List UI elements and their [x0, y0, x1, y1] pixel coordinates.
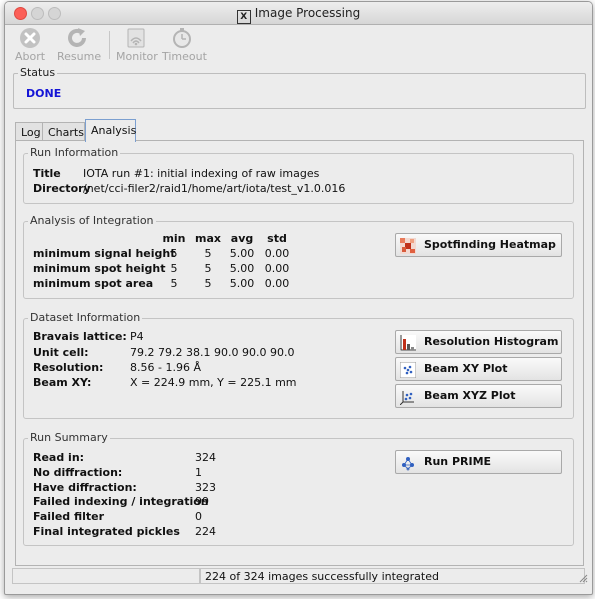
histogram-icon: [400, 335, 416, 351]
resume-label: Resume: [57, 50, 102, 63]
no-diffraction-value: 1: [195, 466, 202, 479]
table-cell: 0.00: [264, 262, 290, 275]
prime-icon: [402, 457, 414, 471]
resolution-histogram-button[interactable]: Resolution Histogram: [395, 330, 562, 354]
status-value: DONE: [26, 87, 62, 100]
abort-button[interactable]: Abort: [15, 27, 45, 63]
run-summary-group: Run Summary Read in: 324 No diffraction:…: [23, 431, 574, 546]
status-bar: 224 of 324 images successfully integrate…: [5, 568, 592, 585]
monitor-label: Monitor: [116, 50, 158, 63]
beam-xy-value: X = 224.9 mm, Y = 225.1 mm: [130, 376, 297, 389]
title-bar: X Image Processing: [5, 2, 592, 25]
no-diffraction-label: No diffraction:: [33, 466, 123, 479]
status-bar-text: 224 of 324 images successfully integrate…: [205, 570, 439, 583]
monitor-button[interactable]: Monitor: [116, 27, 158, 63]
bravais-lattice-value: P4: [130, 330, 144, 343]
failed-indexing-value: 99: [195, 495, 209, 508]
run-information-legend: Run Information: [28, 146, 121, 159]
scatter-plot-icon: [400, 362, 416, 378]
resize-grip-icon[interactable]: [578, 573, 588, 583]
resolution-label: Resolution:: [33, 361, 104, 374]
stopwatch-icon: [173, 28, 191, 48]
status-bar-cell: [12, 568, 200, 584]
unit-cell-label: Unit cell:: [33, 346, 89, 359]
resolution-value: 8.56 - 1.96 Å: [130, 361, 201, 374]
table-cell: 5: [204, 247, 212, 260]
toolbar: Abort Resume Monitor Timeout: [5, 25, 592, 65]
table-cell: 0.00: [264, 277, 290, 290]
title-value: IOTA run #1: initial indexing of raw ima…: [83, 167, 320, 180]
table-cell: 5.00: [229, 277, 255, 290]
table-cell: 5: [170, 247, 178, 260]
timeout-button[interactable]: Timeout: [162, 27, 207, 63]
table-cell: 5: [170, 262, 178, 275]
abort-icon: [20, 28, 40, 48]
have-diffraction-value: 323: [195, 481, 216, 494]
failed-filter-value: 0: [195, 510, 202, 523]
tab-analysis[interactable]: Analysis: [85, 119, 136, 142]
spotfinding-heatmap-label: Spotfinding Heatmap: [424, 238, 556, 251]
run-summary-legend: Run Summary: [28, 431, 110, 444]
integration-group: Analysis of Integration min max avg std …: [23, 214, 574, 299]
timeout-label: Timeout: [162, 50, 207, 63]
run-prime-label: Run PRIME: [424, 455, 492, 468]
have-diffraction-label: Have diffraction:: [33, 481, 137, 494]
column-header-max: max: [195, 232, 221, 245]
final-pickles-label: Final integrated pickles: [33, 525, 180, 538]
beam-xy-plot-button[interactable]: Beam XY Plot: [395, 357, 562, 381]
table-cell: 5: [204, 277, 212, 290]
table-cell: 5: [170, 277, 178, 290]
read-in-value: 324: [195, 451, 216, 464]
table-cell: 0.00: [264, 247, 290, 260]
row-label: minimum signal height: [33, 247, 176, 260]
analysis-panel: Run Information Title IOTA run #1: initi…: [15, 140, 584, 566]
beam-xy-label: Beam XY:: [33, 376, 92, 389]
run-prime-button[interactable]: Run PRIME: [395, 450, 562, 474]
row-label: minimum spot height: [33, 262, 166, 275]
column-header-min: min: [162, 232, 186, 245]
table-cell: 5: [204, 262, 212, 275]
failed-filter-label: Failed filter: [33, 510, 105, 523]
spotfinding-heatmap-button[interactable]: Spotfinding Heatmap: [395, 233, 562, 257]
monitor-icon: [127, 28, 145, 48]
bravais-lattice-label: Bravais lattice:: [33, 330, 127, 343]
dataset-group: Dataset Information Bravais lattice: P4 …: [23, 311, 574, 419]
x11-icon: X: [236, 10, 251, 24]
column-header-std: std: [267, 232, 287, 245]
column-header-avg: avg: [230, 232, 254, 245]
row-label: minimum spot area: [33, 277, 154, 290]
window-title: Image Processing: [254, 6, 361, 20]
heatmap-icon: [400, 238, 416, 254]
abort-label: Abort: [15, 50, 46, 63]
integration-legend: Analysis of Integration: [28, 214, 156, 227]
toolbar-separator: [109, 31, 110, 59]
beam-xyz-plot-label: Beam XYZ Plot: [424, 389, 516, 402]
run-information-group: Run Information Title IOTA run #1: initi…: [23, 146, 574, 204]
resolution-histogram-label: Resolution Histogram: [424, 335, 559, 348]
image-processing-window: X Image Processing Abort Resume Monitor …: [4, 1, 593, 595]
unit-cell-value: 79.2 79.2 38.1 90.0 90.0 90.0: [130, 346, 295, 359]
table-cell: 5.00: [229, 262, 255, 275]
tab-charts[interactable]: Charts: [42, 122, 85, 141]
title-label: Title: [33, 167, 61, 180]
resume-icon: [68, 28, 86, 47]
resume-button[interactable]: Resume: [57, 27, 101, 63]
failed-indexing-label: Failed indexing / integration: [33, 495, 209, 508]
beam-xyz-plot-button[interactable]: Beam XYZ Plot: [395, 384, 562, 408]
final-pickles-value: 224: [195, 525, 216, 538]
directory-value: /net/cci-filer2/raid1/home/art/iota/test…: [83, 182, 346, 195]
table-cell: 5.00: [229, 247, 255, 260]
status-box: Status DONE: [13, 66, 586, 109]
read-in-label: Read in:: [33, 451, 85, 464]
tab-log[interactable]: Log: [15, 122, 43, 141]
3d-plot-icon: [400, 391, 414, 405]
window-title-area: X Image Processing: [5, 6, 592, 24]
status-legend: Status: [18, 66, 58, 79]
dataset-legend: Dataset Information: [28, 311, 143, 324]
beam-xy-plot-label: Beam XY Plot: [424, 362, 508, 375]
